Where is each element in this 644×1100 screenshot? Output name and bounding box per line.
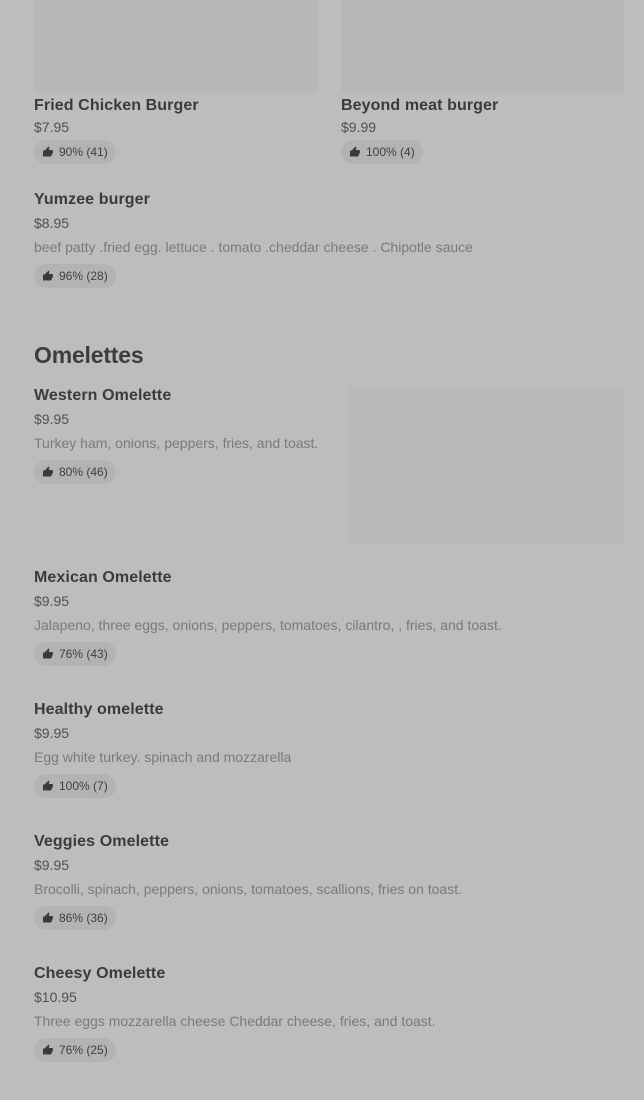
rating-badge: 100% (7) xyxy=(34,774,116,798)
item-description: Brocolli, spinach, peppers, onions, toma… xyxy=(34,881,462,897)
thumbs-up-icon xyxy=(43,270,53,281)
item-description: beef patty .fried egg. lettuce . tomato … xyxy=(34,239,473,255)
rating-badge: 76% (43) xyxy=(34,642,116,666)
menu-item-mexican-omelette[interactable]: Mexican Omelette $9.95 Jalapeno, three e… xyxy=(34,568,624,666)
thumbs-up-icon xyxy=(43,1044,53,1055)
menu-item-healthy-omelette[interactable]: Healthy omelette $9.95 Egg white turkey.… xyxy=(34,700,624,798)
rating-badge: 90% (41) xyxy=(34,140,116,164)
menu-item-western-omelette[interactable]: Western Omelette $9.95 Turkey ham, onion… xyxy=(34,386,334,484)
rating-badge: 76% (25) xyxy=(34,1038,116,1062)
rating-badge: 100% (4) xyxy=(341,140,423,164)
item-description: Egg white turkey. spinach and mozzarella xyxy=(34,749,292,765)
thumbs-up-icon xyxy=(43,912,53,923)
item-price: $9.95 xyxy=(34,857,70,873)
item-price: $9.95 xyxy=(34,593,70,609)
western-omelette-image[interactable] xyxy=(348,387,624,543)
item-name: Yumzee burger xyxy=(34,191,151,208)
menu-item-beyond-meat-burger[interactable]: Beyond meat burger $9.99 100% (4) xyxy=(341,96,625,164)
menu-item-yumzee-burger[interactable]: Yumzee burger $8.95 beef patty .fried eg… xyxy=(34,190,624,288)
rating-text: 86% (36) xyxy=(59,911,108,925)
item-name: Beyond meat burger xyxy=(341,97,499,114)
item-description: Turkey ham, onions, peppers, fries, and … xyxy=(34,435,319,451)
thumbs-up-icon xyxy=(43,146,53,157)
item-name: Mexican Omelette xyxy=(34,569,172,586)
thumbs-up-icon xyxy=(43,780,53,791)
item-price: $10.95 xyxy=(34,989,77,1005)
item-name: Veggies Omelette xyxy=(34,833,169,850)
menu-item-fried-chicken-burger[interactable]: Fried Chicken Burger $7.95 90% (41) xyxy=(34,96,318,164)
item-description: Jalapeno, three eggs, onions, peppers, t… xyxy=(34,617,502,633)
item-price: $9.99 xyxy=(341,119,377,135)
item-price: $9.95 xyxy=(34,411,70,427)
thumbs-up-icon xyxy=(350,146,360,157)
rating-text: 80% (46) xyxy=(59,465,108,479)
section-title-omelettes: Omelettes xyxy=(34,342,144,368)
rating-text: 100% (4) xyxy=(366,145,415,159)
menu-page: Fried Chicken Burger $7.95 90% (41) Beyo… xyxy=(0,0,644,1100)
rating-badge: 86% (36) xyxy=(34,906,116,930)
item-name: Healthy omelette xyxy=(34,701,164,718)
thumbs-up-icon xyxy=(43,466,53,477)
rating-badge: 96% (28) xyxy=(34,264,116,288)
item-name: Fried Chicken Burger xyxy=(34,97,199,114)
item-price: $7.95 xyxy=(34,119,70,135)
rating-text: 76% (25) xyxy=(59,1043,108,1057)
item-name: Western Omelette xyxy=(34,387,172,404)
rating-badge: 80% (46) xyxy=(34,460,116,484)
item-name: Cheesy Omelette xyxy=(34,965,166,982)
rating-text: 76% (43) xyxy=(59,647,108,661)
rating-text: 96% (28) xyxy=(59,269,108,283)
beyond-meat-burger-image[interactable] xyxy=(341,0,624,93)
rating-text: 100% (7) xyxy=(59,779,108,793)
item-price: $9.95 xyxy=(34,725,70,741)
fried-chicken-burger-image[interactable] xyxy=(34,0,318,93)
menu-item-cheesy-omelette[interactable]: Cheesy Omelette $10.95 Three eggs mozzar… xyxy=(34,964,624,1062)
thumbs-up-icon xyxy=(43,648,53,659)
item-price: $8.95 xyxy=(34,215,70,231)
menu-item-veggies-omelette[interactable]: Veggies Omelette $9.95 Brocolli, spinach… xyxy=(34,832,624,930)
rating-text: 90% (41) xyxy=(59,145,108,159)
item-description: Three eggs mozzarella cheese Cheddar che… xyxy=(34,1013,436,1029)
